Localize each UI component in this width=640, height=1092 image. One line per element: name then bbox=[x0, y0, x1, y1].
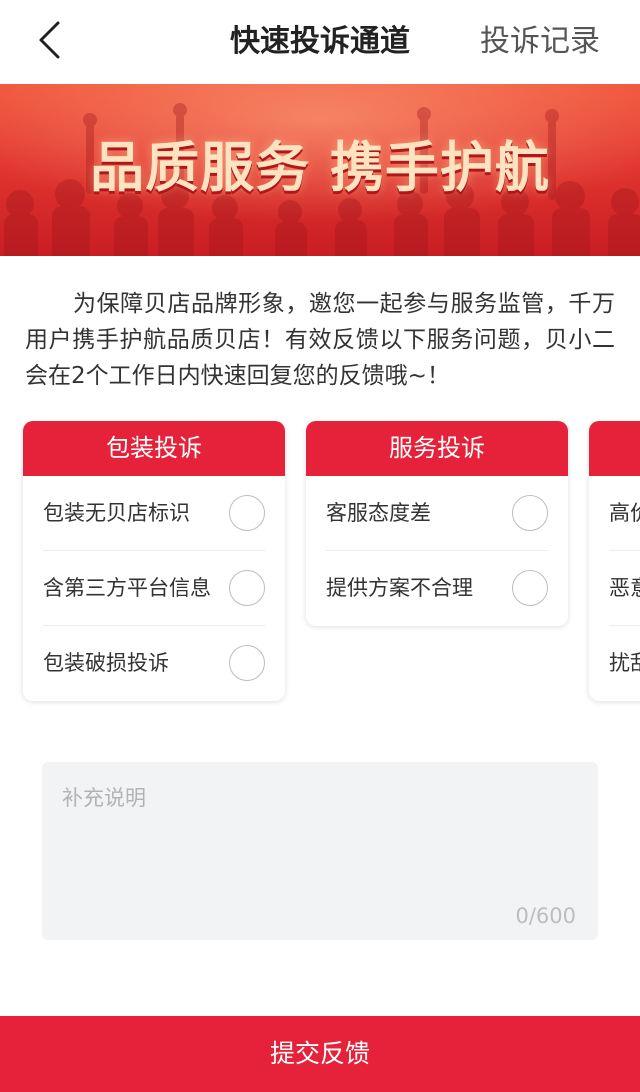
radio-button[interactable] bbox=[229, 645, 265, 681]
complaint-category-list: 包装投诉 包装无贝店标识 含第三方平台信息 包装破损投诉 服务投诉 客服态度差 … bbox=[0, 421, 640, 711]
option-high-price[interactable]: 高价 bbox=[609, 476, 640, 551]
page-title: 快速投诉通道 bbox=[230, 24, 410, 59]
card-packaging-complaint: 包装投诉 包装无贝店标识 含第三方平台信息 包装破损投诉 bbox=[23, 421, 285, 701]
option-no-beidian-logo[interactable]: 包装无贝店标识 bbox=[43, 476, 265, 551]
chevron-left-icon bbox=[39, 21, 60, 59]
option-damaged-packaging[interactable]: 包装破损投诉 bbox=[43, 626, 265, 701]
radio-button[interactable] bbox=[229, 570, 265, 606]
option-label: 恶意 bbox=[609, 576, 640, 600]
nav-bar: 快速投诉通道 投诉记录 bbox=[0, 0, 640, 84]
option-label: 客服态度差 bbox=[326, 501, 431, 525]
character-counter: 0/600 bbox=[515, 904, 576, 928]
supplementary-note-input[interactable] bbox=[62, 782, 578, 882]
option-malicious[interactable]: 恶意 bbox=[609, 551, 640, 626]
radio-button[interactable] bbox=[512, 495, 548, 531]
card-title: 包装投诉 bbox=[23, 421, 285, 476]
card-service-complaint: 服务投诉 客服态度差 提供方案不合理 bbox=[306, 421, 568, 626]
banner-slogan: 品质服务 携手护航 bbox=[90, 136, 550, 199]
radio-button[interactable] bbox=[512, 570, 548, 606]
complaint-page: 快速投诉通道 投诉记录 品质服务 携手护航 为保障贝店品牌形象，邀您一起参与服务… bbox=[0, 0, 640, 1092]
back-button[interactable] bbox=[28, 18, 76, 66]
option-label: 扰乱 bbox=[609, 651, 640, 675]
radio-button[interactable] bbox=[229, 495, 265, 531]
supplementary-note-box: 0/600 bbox=[42, 762, 598, 940]
card-title bbox=[589, 421, 640, 476]
option-disrupt[interactable]: 扰乱 bbox=[609, 626, 640, 701]
promo-banner: 品质服务 携手护航 bbox=[0, 84, 640, 256]
intro-text: 为保障贝店品牌形象，邀您一起参与服务监管，千万用户携手护航品质贝店！有效反馈以下… bbox=[25, 291, 615, 389]
option-label: 提供方案不合理 bbox=[326, 576, 473, 600]
option-unreasonable-solution[interactable]: 提供方案不合理 bbox=[326, 551, 548, 626]
complaint-history-link[interactable]: 投诉记录 bbox=[480, 20, 600, 64]
option-label: 包装无贝店标识 bbox=[43, 501, 190, 525]
option-label: 含第三方平台信息 bbox=[43, 576, 211, 600]
card-title: 服务投诉 bbox=[306, 421, 568, 476]
option-label: 高价 bbox=[609, 501, 640, 525]
card-third-category: 高价 恶意 扰乱 bbox=[589, 421, 640, 701]
submit-feedback-button[interactable]: 提交反馈 bbox=[0, 1016, 640, 1092]
option-third-party-info[interactable]: 含第三方平台信息 bbox=[43, 551, 265, 626]
option-label: 包装破损投诉 bbox=[43, 651, 169, 675]
option-poor-service-attitude[interactable]: 客服态度差 bbox=[326, 476, 548, 551]
